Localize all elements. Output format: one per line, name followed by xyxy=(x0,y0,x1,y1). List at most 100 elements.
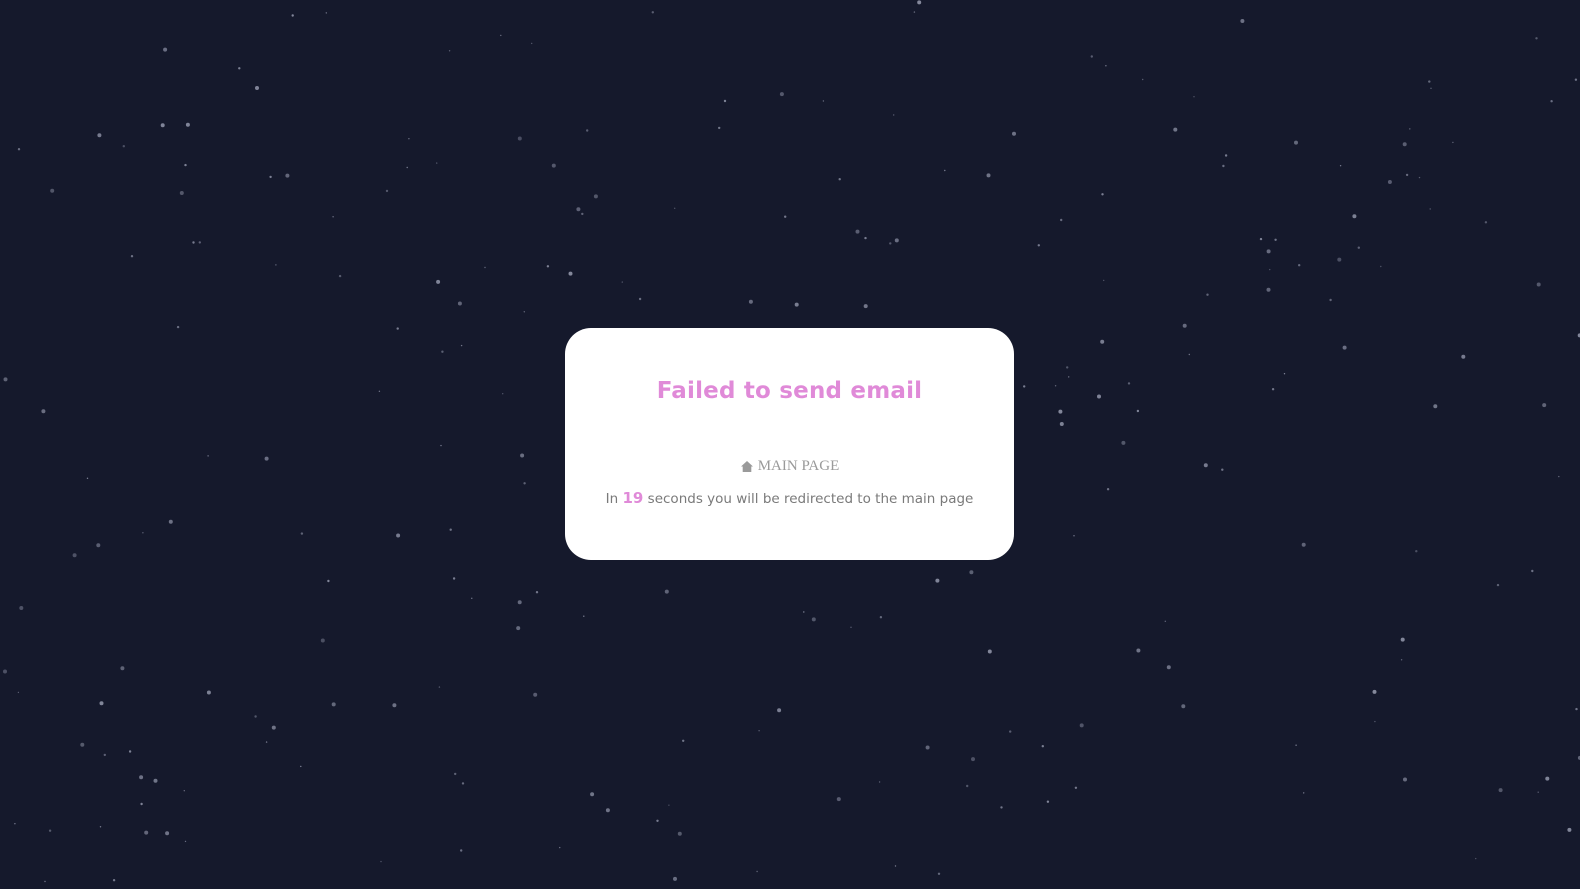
star xyxy=(935,578,940,583)
star xyxy=(19,606,24,610)
star xyxy=(285,173,290,178)
star xyxy=(1542,403,1547,408)
star xyxy=(142,532,144,534)
star xyxy=(1537,791,1539,793)
star xyxy=(850,626,852,628)
star xyxy=(779,92,784,97)
star xyxy=(1400,637,1405,642)
star xyxy=(1182,323,1187,328)
star xyxy=(1294,140,1298,145)
star xyxy=(1097,394,1101,399)
star xyxy=(1068,376,1070,378)
star xyxy=(3,377,8,382)
countdown-seconds: 19 xyxy=(622,489,644,507)
star xyxy=(889,242,892,245)
star xyxy=(836,797,841,802)
star xyxy=(179,191,184,195)
star xyxy=(966,784,969,788)
star xyxy=(17,691,20,694)
star xyxy=(1433,404,1438,409)
star xyxy=(1046,800,1050,803)
star xyxy=(1418,176,1421,179)
star xyxy=(80,742,85,747)
star xyxy=(1103,279,1105,282)
star xyxy=(1430,87,1432,90)
star xyxy=(1452,141,1454,144)
star xyxy=(1101,193,1104,196)
star xyxy=(3,669,7,674)
star xyxy=(1498,788,1503,793)
star xyxy=(1339,165,1342,167)
star xyxy=(112,879,116,882)
star xyxy=(254,715,257,718)
star xyxy=(523,482,526,485)
star xyxy=(986,173,991,178)
star xyxy=(41,409,46,414)
star xyxy=(621,281,623,283)
star xyxy=(176,325,180,329)
star xyxy=(139,775,144,780)
main-page-link[interactable]: MAIN PAGE xyxy=(565,458,1014,475)
star xyxy=(1203,463,1208,468)
star xyxy=(392,703,397,708)
star xyxy=(987,649,992,654)
star xyxy=(656,819,659,822)
star xyxy=(1429,208,1431,210)
star xyxy=(265,741,268,743)
star xyxy=(484,266,486,269)
star xyxy=(1387,180,1392,184)
star xyxy=(677,831,682,836)
star xyxy=(1531,569,1534,573)
star xyxy=(452,577,456,580)
star xyxy=(406,166,408,169)
star xyxy=(590,792,595,797)
star xyxy=(638,297,642,301)
redirect-suffix: seconds you will be redirected to the ma… xyxy=(647,491,974,507)
star xyxy=(50,188,55,193)
star xyxy=(1380,265,1382,268)
star xyxy=(96,543,101,548)
star xyxy=(103,753,107,757)
star xyxy=(460,849,463,852)
star xyxy=(128,750,132,753)
star xyxy=(184,840,187,843)
star xyxy=(160,123,165,128)
star xyxy=(1058,409,1063,414)
star xyxy=(1574,78,1578,81)
main-page-label: MAIN PAGE xyxy=(757,458,840,474)
star xyxy=(325,12,327,14)
star xyxy=(1059,422,1064,426)
star xyxy=(97,133,102,138)
star xyxy=(441,350,444,353)
star xyxy=(531,42,533,45)
star xyxy=(838,178,841,181)
star xyxy=(1000,806,1003,809)
star xyxy=(576,207,581,212)
star xyxy=(878,781,881,783)
star xyxy=(48,829,52,832)
star xyxy=(408,138,410,140)
star xyxy=(1337,257,1342,262)
star xyxy=(168,519,173,524)
star xyxy=(756,870,758,873)
star xyxy=(338,274,342,278)
star xyxy=(1403,777,1407,782)
star xyxy=(533,692,538,697)
star xyxy=(777,708,782,713)
star xyxy=(320,638,325,643)
star xyxy=(516,626,521,631)
star xyxy=(1136,409,1140,413)
star xyxy=(1461,354,1466,359)
star xyxy=(1484,221,1488,224)
star xyxy=(1022,385,1026,388)
star xyxy=(380,860,382,863)
star xyxy=(1352,214,1357,219)
star xyxy=(1415,550,1418,553)
star xyxy=(1060,218,1063,222)
star xyxy=(517,600,522,605)
star xyxy=(546,265,550,268)
star xyxy=(894,238,899,243)
star xyxy=(1374,720,1376,723)
star xyxy=(327,579,330,583)
star xyxy=(1409,128,1411,130)
